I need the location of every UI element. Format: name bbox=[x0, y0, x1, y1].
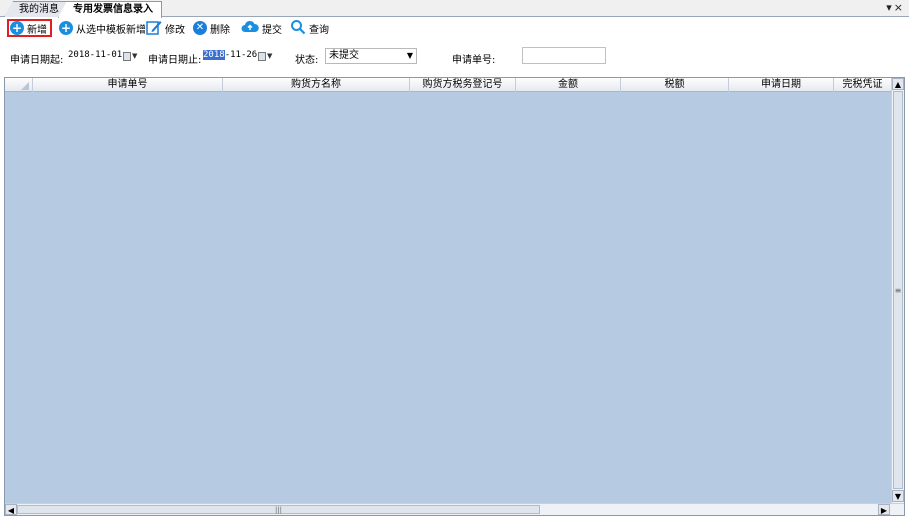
chevron-down-icon: ▼ bbox=[406, 51, 413, 60]
upload-cloud-icon bbox=[241, 20, 259, 37]
column-header-buyer-name[interactable]: 购货方名称 bbox=[223, 78, 410, 92]
column-header-amount[interactable]: 金额 bbox=[516, 78, 621, 92]
calendar-icon bbox=[123, 51, 131, 61]
date-to-rest-text: -11-26 bbox=[224, 50, 258, 60]
new-button-label: 新增 bbox=[27, 24, 47, 36]
scroll-right-icon[interactable]: ▶ bbox=[878, 504, 890, 515]
new-from-template-label: 从选中模板新增 bbox=[76, 24, 146, 36]
edit-icon bbox=[146, 19, 162, 38]
search-icon bbox=[290, 19, 306, 38]
date-from-input[interactable]: 2018-11-01 bbox=[68, 50, 122, 60]
date-from-picker[interactable]: ▼ bbox=[123, 50, 143, 62]
chevron-down-icon[interactable]: ▾ bbox=[886, 1, 894, 14]
tab-strip: 我的消息 专用发票信息录入 ▾× bbox=[0, 0, 909, 18]
column-header-application-date[interactable]: 申请日期 bbox=[729, 78, 834, 92]
grid-header: 申请单号 购货方名称 购货方税务登记号 金额 税额 申请日期 完税凭证 bbox=[5, 78, 892, 92]
query-button-label: 查询 bbox=[309, 24, 329, 36]
tab-invoice-entry[interactable]: 专用发票信息录入 bbox=[58, 1, 162, 18]
chevron-down-icon: ▼ bbox=[132, 52, 138, 60]
column-header-tax-certificate[interactable]: 完税凭证 bbox=[834, 78, 892, 92]
delete-button-label: 删除 bbox=[210, 24, 230, 36]
new-button[interactable]: + 新增 bbox=[7, 19, 52, 37]
vertical-scrollbar[interactable]: ▲ ≡ ▼ bbox=[891, 78, 904, 503]
date-from-label: 申请日期起: bbox=[10, 55, 64, 66]
close-icon[interactable]: × bbox=[894, 1, 905, 14]
date-to-picker[interactable]: ▼ bbox=[258, 50, 278, 62]
submit-button[interactable]: 提交 bbox=[241, 19, 282, 37]
delete-icon: ✕ bbox=[193, 21, 207, 35]
horizontal-scroll-thumb[interactable]: ||| bbox=[17, 505, 540, 514]
scroll-left-icon[interactable]: ◀ bbox=[5, 504, 17, 515]
date-to-label: 申请日期止: bbox=[148, 55, 202, 66]
column-header-application-no[interactable]: 申请单号 bbox=[33, 78, 223, 92]
delete-button[interactable]: ✕ 删除 bbox=[193, 19, 230, 37]
chevron-down-icon: ▼ bbox=[267, 52, 273, 60]
date-to-selected-text: 2018 bbox=[203, 50, 225, 60]
status-label: 状态: bbox=[295, 55, 319, 66]
column-header-buyer-tax-no[interactable]: 购货方税务登记号 bbox=[410, 78, 516, 92]
column-header-tax[interactable]: 税额 bbox=[621, 78, 729, 92]
scroll-down-icon[interactable]: ▼ bbox=[892, 490, 904, 502]
horizontal-scrollbar[interactable]: ◀ ||| ▶ bbox=[5, 503, 904, 515]
status-value: 未提交 bbox=[329, 50, 359, 61]
plus-icon: + bbox=[10, 21, 24, 35]
calendar-icon bbox=[258, 51, 266, 61]
submit-button-label: 提交 bbox=[262, 24, 282, 36]
invoice-grid[interactable]: 申请单号 购货方名称 购货方税务登记号 金额 税额 申请日期 完税凭证 ▲ ≡ … bbox=[4, 77, 905, 516]
status-select[interactable]: 未提交 ▼ bbox=[325, 48, 417, 64]
date-to-input[interactable]: 2018-11-26 bbox=[203, 50, 257, 60]
new-from-template-button[interactable]: + 从选中模板新增 bbox=[59, 19, 146, 37]
edit-button-label: 修改 bbox=[165, 24, 185, 36]
toolbar: + 新增 + 从选中模板新增 修改 ✕ 删除 提交 查询 bbox=[0, 17, 909, 39]
filter-bar: 申请日期起: 2018-11-01 ▼ 申请日期止: 2018-11-26 ▼ … bbox=[0, 39, 909, 74]
vertical-scroll-thumb[interactable]: ≡ bbox=[893, 91, 903, 489]
edit-button[interactable]: 修改 bbox=[146, 19, 185, 37]
grid-corner[interactable] bbox=[5, 78, 33, 92]
plus-icon: + bbox=[59, 21, 73, 35]
query-button[interactable]: 查询 bbox=[290, 19, 329, 37]
application-no-label: 申请单号: bbox=[452, 55, 496, 66]
tab-my-messages[interactable]: 我的消息 bbox=[4, 1, 68, 17]
tab-controls: ▾× bbox=[886, 1, 905, 14]
scroll-up-icon[interactable]: ▲ bbox=[892, 78, 904, 90]
application-no-input[interactable] bbox=[522, 47, 606, 64]
